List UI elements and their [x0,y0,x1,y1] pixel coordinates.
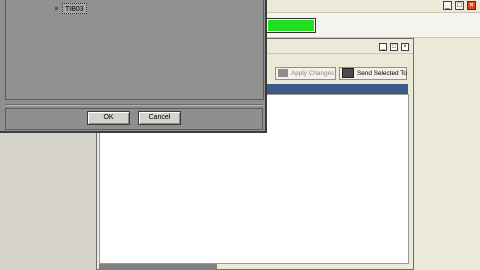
progress-bar [266,18,316,33]
ok-button[interactable]: OK [87,111,130,125]
dialog-separator [5,104,263,106]
send-selected-to-button[interactable]: Send Selected To [339,67,407,80]
config-close-button[interactable]: × [401,43,409,51]
disabled-apply-icon [278,69,288,78]
tree-branch-icon [55,7,58,10]
list-header [267,84,408,94]
progress-fill [268,20,314,31]
config-maximize-button[interactable]: □ [390,43,398,51]
main-maximize-button[interactable]: □ [455,1,464,10]
device-tree[interactable] [5,0,264,100]
cancel-button[interactable]: Cancel [138,111,181,125]
bottom-tab[interactable] [99,264,217,270]
apply-changes-button[interactable]: Apply Changes [275,67,336,80]
apply-changes-label: Apply Changes [291,70,335,77]
computer-icon [342,68,354,79]
main-minimize-button[interactable]: _ [443,1,452,10]
main-close-button[interactable]: × [467,1,476,10]
send-selected-to-label: Send Selected To [357,70,407,77]
dialog-button-bar [5,108,263,130]
left-panel [0,133,96,270]
tree-node[interactable]: TIB03 [62,3,87,14]
config-minimize-button[interactable]: _ [379,43,387,51]
